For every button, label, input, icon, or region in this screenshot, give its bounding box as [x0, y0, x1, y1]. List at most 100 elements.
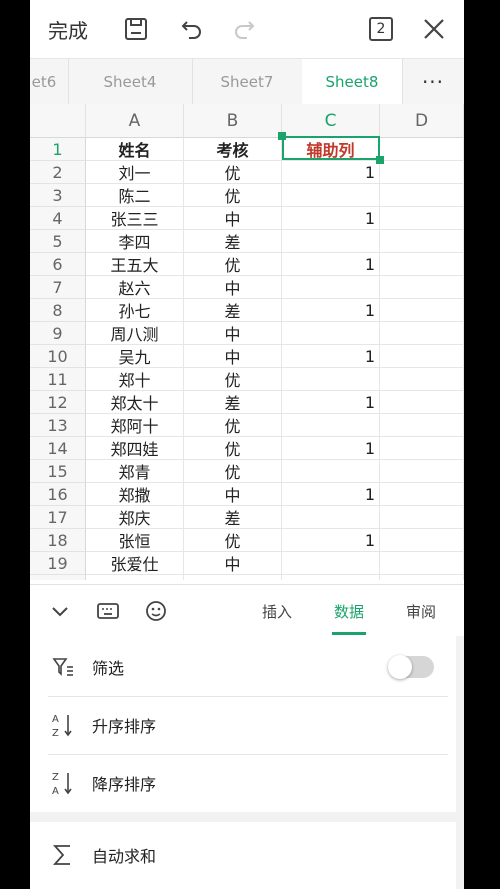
row-header[interactable]: 13	[30, 414, 86, 437]
cell-aux[interactable]	[282, 552, 380, 575]
tab-data[interactable]: 数据	[324, 585, 374, 637]
cell-grade[interactable]: 优	[184, 368, 282, 391]
cell-grade[interactable]: 优	[184, 184, 282, 207]
filter-toggle[interactable]	[388, 655, 434, 679]
column-header-b[interactable]: B	[184, 104, 282, 138]
cell-d[interactable]	[380, 230, 464, 253]
cell-grade[interactable]: 中	[184, 276, 282, 299]
cell-aux[interactable]: 1	[282, 437, 380, 460]
row-header[interactable]: 17	[30, 506, 86, 529]
cell-grade[interactable]: 差	[184, 391, 282, 414]
cell-d[interactable]	[380, 460, 464, 483]
row-header[interactable]: 4	[30, 207, 86, 230]
column-header-c[interactable]: C	[282, 104, 380, 138]
row-header[interactable]: 9	[30, 322, 86, 345]
cell-d[interactable]	[380, 184, 464, 207]
cell-aux[interactable]: 1	[282, 483, 380, 506]
cell-grade[interactable]	[184, 575, 282, 580]
sheet-count-icon[interactable]: 2	[367, 12, 395, 46]
cell-name[interactable]	[86, 575, 184, 580]
cell-d[interactable]	[380, 414, 464, 437]
cell-grade[interactable]: 差	[184, 230, 282, 253]
redo-icon[interactable]	[230, 12, 258, 46]
column-header-a[interactable]: A	[86, 104, 184, 138]
undo-icon[interactable]	[178, 12, 206, 46]
column-header-d[interactable]: D	[380, 104, 464, 138]
cell-name[interactable]: 刘一	[86, 161, 184, 184]
cell-d[interactable]	[380, 575, 464, 580]
cell-grade[interactable]: 中	[184, 345, 282, 368]
close-icon[interactable]	[420, 12, 448, 46]
emoji-icon[interactable]	[138, 585, 174, 637]
cell-grade[interactable]: 优	[184, 437, 282, 460]
cell-aux[interactable]	[282, 575, 380, 580]
cell-name[interactable]: 王五大	[86, 253, 184, 276]
cell-grade[interactable]: 中	[184, 483, 282, 506]
cell-aux[interactable]	[282, 322, 380, 345]
cell-name[interactable]: 张爱仕	[86, 552, 184, 575]
cell-grade[interactable]: 中	[184, 207, 282, 230]
cell-header-grade[interactable]: 考核	[184, 138, 282, 161]
cell-name[interactable]: 郑庆	[86, 506, 184, 529]
cell-d[interactable]	[380, 483, 464, 506]
cell-name[interactable]: 郑青	[86, 460, 184, 483]
cell-name[interactable]: 张恒	[86, 529, 184, 552]
cell-name[interactable]: 郑太十	[86, 391, 184, 414]
cell-d[interactable]	[380, 299, 464, 322]
sort-ascending-item[interactable]: AZ 升序排序	[30, 696, 456, 754]
cell-name[interactable]: 赵六	[86, 276, 184, 299]
cell-grade[interactable]: 中	[184, 322, 282, 345]
corner-header[interactable]	[30, 104, 86, 138]
cell-grade[interactable]: 优	[184, 253, 282, 276]
cell-aux[interactable]: 1	[282, 299, 380, 322]
row-header[interactable]: 7	[30, 276, 86, 299]
cell-aux[interactable]	[282, 460, 380, 483]
cell-name[interactable]: 周八测	[86, 322, 184, 345]
cell-name[interactable]: 孙七	[86, 299, 184, 322]
cell-name[interactable]: 郑阿十	[86, 414, 184, 437]
cell-d[interactable]	[380, 276, 464, 299]
row-header[interactable]: 19	[30, 552, 86, 575]
cell-name[interactable]: 陈二	[86, 184, 184, 207]
autosum-item[interactable]: 自动求和	[30, 826, 456, 884]
chevron-down-icon[interactable]	[42, 585, 78, 637]
cell-aux[interactable]	[282, 414, 380, 437]
cell-d[interactable]	[380, 322, 464, 345]
row-header[interactable]: 2	[30, 161, 86, 184]
cell-d[interactable]	[380, 161, 464, 184]
cell-header-d[interactable]	[380, 138, 464, 161]
cell-aux[interactable]: 1	[282, 529, 380, 552]
row-header[interactable]: 14	[30, 437, 86, 460]
row-header[interactable]: 12	[30, 391, 86, 414]
row-header[interactable]: 11	[30, 368, 86, 391]
cell-aux[interactable]: 1	[282, 253, 380, 276]
done-button[interactable]: 完成	[48, 12, 88, 46]
row-header[interactable]: 16	[30, 483, 86, 506]
keyboard-icon[interactable]	[90, 585, 126, 637]
cell-grade[interactable]: 优	[184, 414, 282, 437]
cell-header-aux[interactable]: 辅助列	[282, 138, 380, 161]
cell-aux[interactable]	[282, 230, 380, 253]
more-sheets-button[interactable]: ···	[402, 59, 464, 105]
cell-grade[interactable]: 优	[184, 460, 282, 483]
cell-aux[interactable]: 1	[282, 391, 380, 414]
row-header[interactable]: 3	[30, 184, 86, 207]
sheet-tab-et6[interactable]: et6	[30, 59, 69, 105]
cell-d[interactable]	[380, 506, 464, 529]
sheet-tab-sheet7[interactable]: Sheet7	[192, 59, 303, 105]
cell-d[interactable]	[380, 368, 464, 391]
row-header[interactable]: 1	[30, 138, 86, 161]
cell-d[interactable]	[380, 391, 464, 414]
cell-name[interactable]: 吴九	[86, 345, 184, 368]
cell-grade[interactable]: 优	[184, 161, 282, 184]
cell-aux[interactable]: 1	[282, 161, 380, 184]
cell-aux[interactable]: 1	[282, 207, 380, 230]
cell-grade[interactable]: 中	[184, 552, 282, 575]
cell-d[interactable]	[380, 207, 464, 230]
cell-aux[interactable]: 1	[282, 345, 380, 368]
cell-aux[interactable]	[282, 184, 380, 207]
row-header[interactable]: 18	[30, 529, 86, 552]
cell-name[interactable]: 李四	[86, 230, 184, 253]
filter-item[interactable]: 筛选	[30, 638, 456, 696]
sheet-tab-sheet8[interactable]: Sheet8	[302, 59, 403, 105]
